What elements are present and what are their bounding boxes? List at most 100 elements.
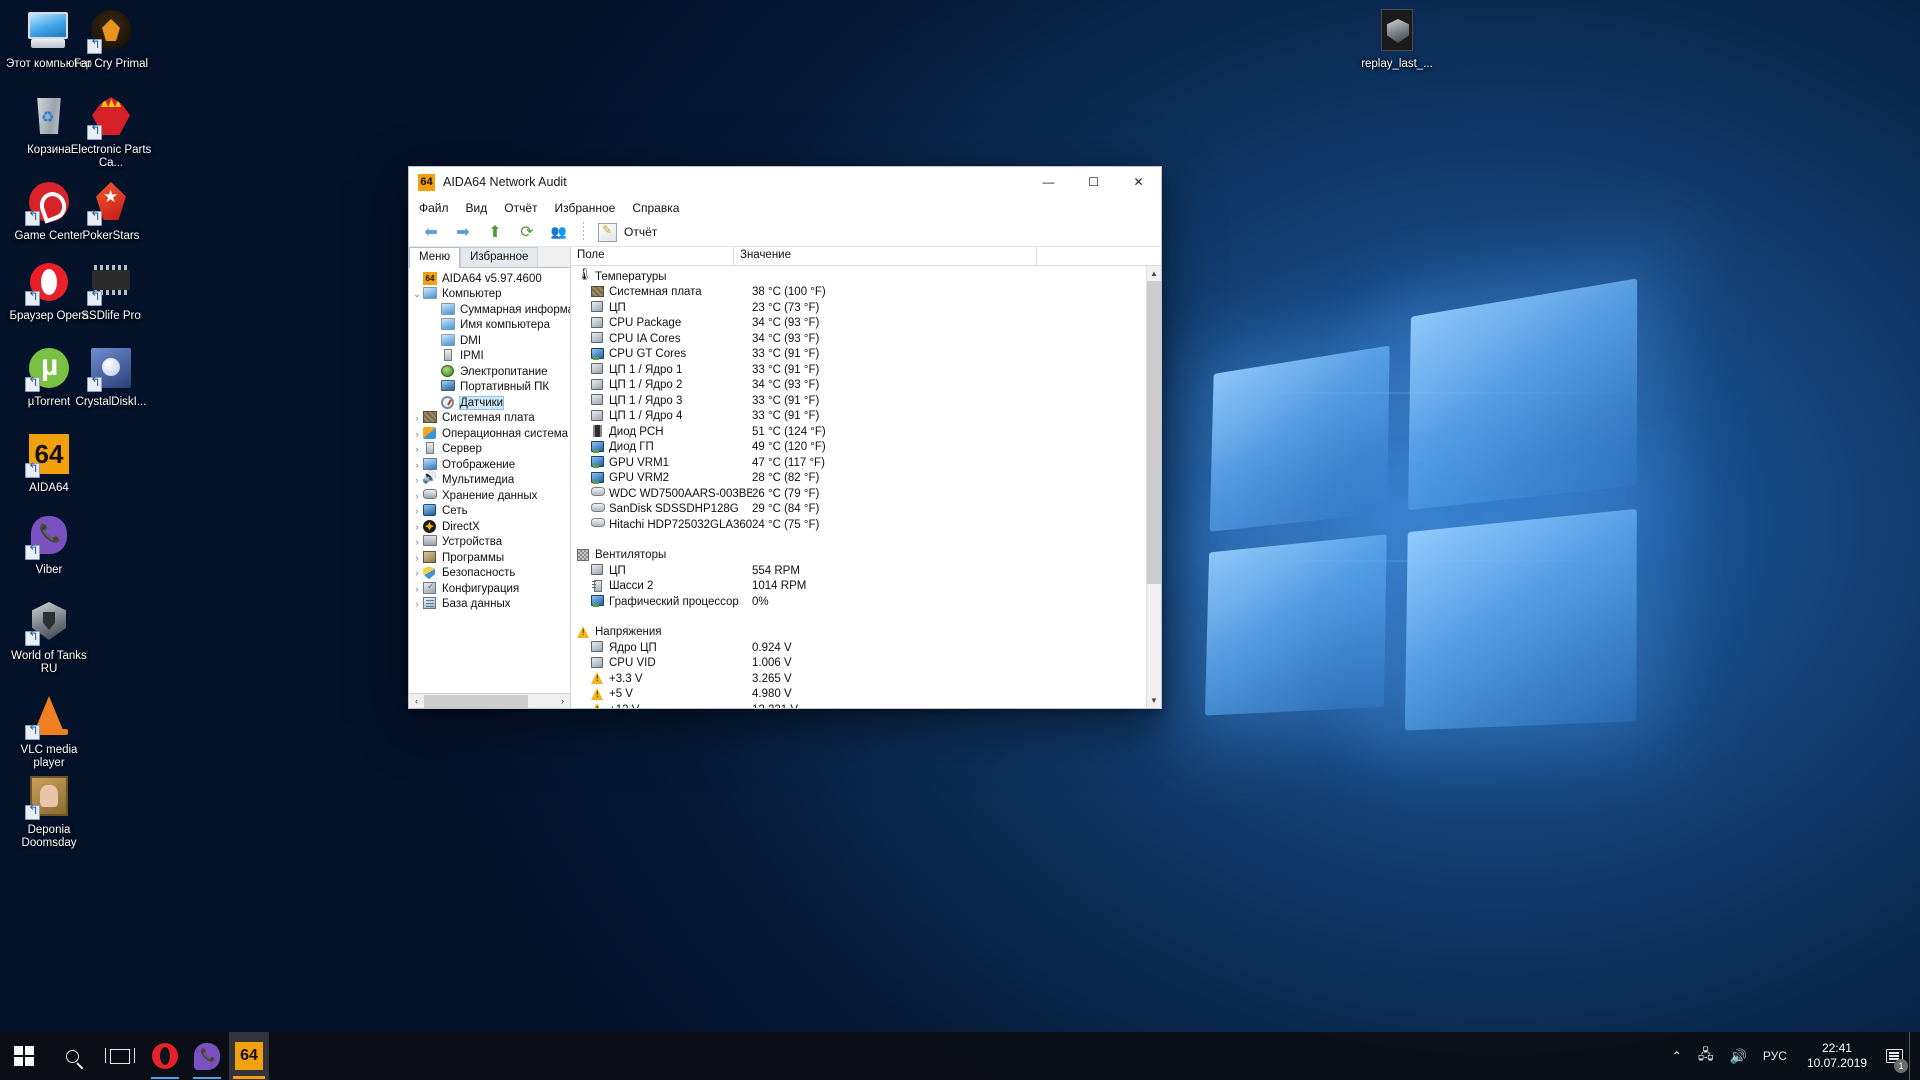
sensor-row[interactable]: +12 V12.221 V <box>571 702 1161 708</box>
sensor-row[interactable]: CPU Package 34 °C (93 °F) <box>571 316 1161 332</box>
forward-icon[interactable]: ➡ <box>450 220 476 244</box>
taskbar-viber[interactable] <box>187 1032 227 1080</box>
desktop-icon-crystaldiskinfo[interactable]: CrystalDiskI... <box>66 344 156 409</box>
desktop-icon-vlc-media-player[interactable]: VLC media player <box>4 692 94 770</box>
expand-chevron-icon[interactable]: › <box>411 553 423 563</box>
desktop-icon-ssdlife-pro[interactable]: SSDlife Pro <box>66 258 156 323</box>
tree-item-1[interactable]: ⌄ Компьютер <box>409 287 570 303</box>
tree-item-9[interactable]: › Системная плата <box>409 411 570 427</box>
up-icon[interactable]: ⬆ <box>482 220 508 244</box>
tree-item-14[interactable]: › Хранение данных <box>409 488 570 504</box>
tree-item-4[interactable]: DMI <box>409 333 570 349</box>
tree-item-13[interactable]: ›Мультимедиа <box>409 473 570 489</box>
desktop-icon-aida64[interactable]: 64 AIDA64 <box>4 430 94 495</box>
tree-item-3[interactable]: Имя компьютера <box>409 318 570 334</box>
tree-item-11[interactable]: › Сервер <box>409 442 570 458</box>
tree-item-10[interactable]: › Операционная система <box>409 426 570 442</box>
clock[interactable]: 22:41 10.07.2019 <box>1795 1041 1879 1071</box>
sensor-row[interactable]: Шасси 2 1014 RPM <box>571 579 1161 595</box>
sensor-row[interactable]: ЦП 1 / Ядро 4 33 °C (91 °F) <box>571 409 1161 425</box>
tree-item-16[interactable]: › DirectX <box>409 519 570 535</box>
expand-chevron-icon[interactable]: › <box>411 506 423 516</box>
sensor-row[interactable]: CPU VID 1.006 V <box>571 656 1161 672</box>
content-vertical-scrollbar[interactable]: ▲ ▼ <box>1146 266 1161 708</box>
collapse-chevron-icon[interactable]: ⌄ <box>411 289 423 300</box>
tree-item-5[interactable]: IPMI <box>409 349 570 365</box>
tab-favorites[interactable]: Избранное <box>460 247 538 267</box>
minimize-button[interactable]: — <box>1026 167 1071 197</box>
expand-chevron-icon[interactable]: › <box>411 413 423 423</box>
desktop-icon-wot-replay-file[interactable]: replay_last_... <box>1352 6 1442 71</box>
expand-chevron-icon[interactable]: › <box>411 584 423 594</box>
expand-chevron-icon[interactable]: › <box>411 460 423 470</box>
network-icon[interactable]: 🖧 <box>1690 1032 1722 1080</box>
menu-item-2[interactable]: Отчёт <box>504 201 537 215</box>
users-icon[interactable]: 👥 <box>546 220 572 244</box>
column-header-field[interactable]: Поле <box>571 247 734 265</box>
expand-chevron-icon[interactable]: › <box>411 491 423 501</box>
tree-item-21[interactable]: › База данных <box>409 597 570 613</box>
show-desktop-button[interactable] <box>1909 1032 1916 1080</box>
menu-item-4[interactable]: Справка <box>632 201 679 215</box>
desktop-icon-electronic-parts-catalog[interactable]: Electronic Parts Ca... <box>66 92 156 170</box>
sensor-row[interactable]: SanDisk SDSSDHP128G 29 °C (84 °F) <box>571 502 1161 518</box>
tree-horizontal-scrollbar[interactable]: ‹ › <box>409 693 570 708</box>
scroll-right-icon[interactable]: › <box>555 696 570 706</box>
start-button[interactable] <box>0 1032 48 1080</box>
window-titlebar[interactable]: 64 AIDA64 Network Audit — ☐ ✕ <box>409 167 1161 197</box>
sensor-row[interactable]: Hitachi HDP725032GLA360 24 °C (75 °F) <box>571 517 1161 533</box>
sensor-row[interactable]: Диод ГП 49 °C (120 °F) <box>571 440 1161 456</box>
sensor-row[interactable]: +5 V4.980 V <box>571 687 1161 703</box>
sensor-row[interactable]: +3.3 V3.265 V <box>571 671 1161 687</box>
volume-icon[interactable]: 🔊 <box>1721 1032 1754 1080</box>
tray-chevron-up-icon[interactable]: ⌃ <box>1664 1032 1690 1080</box>
taskbar-opera[interactable] <box>145 1032 185 1080</box>
taskbar-aida64[interactable]: 64 <box>229 1032 269 1080</box>
expand-chevron-icon[interactable]: › <box>411 568 423 578</box>
sensor-row[interactable]: GPU VRM2 28 °C (82 °F) <box>571 471 1161 487</box>
maximize-button[interactable]: ☐ <box>1071 167 1116 197</box>
hscroll-thumb[interactable] <box>424 695 528 708</box>
tree-item-17[interactable]: › Устройства <box>409 535 570 551</box>
tree-item-7[interactable]: Портативный ПК <box>409 380 570 396</box>
notifications-button[interactable]: 1 <box>1879 1032 1909 1080</box>
menu-item-3[interactable]: Избранное <box>555 201 616 215</box>
sensor-row[interactable]: CPU GT Cores 33 °C (91 °F) <box>571 347 1161 363</box>
tab-menu[interactable]: Меню <box>409 247 460 268</box>
desktop-icon-deponia-doomsday[interactable]: Deponia Doomsday <box>4 772 94 850</box>
expand-chevron-icon[interactable]: › <box>411 599 423 609</box>
language-indicator[interactable]: РУС <box>1755 1032 1795 1080</box>
tree-item-2[interactable]: Суммарная информац <box>409 302 570 318</box>
hscroll-track[interactable] <box>424 695 555 708</box>
sensor-row[interactable]: Графический процессор 0% <box>571 594 1161 610</box>
sensor-row[interactable]: ЦП 1 / Ядро 3 33 °C (91 °F) <box>571 393 1161 409</box>
sensor-row[interactable]: Системная плата 38 °C (100 °F) <box>571 285 1161 301</box>
sensor-row[interactable]: CPU IA Cores 34 °C (93 °F) <box>571 331 1161 347</box>
desktop-icon-world-of-tanks[interactable]: World of Tanks RU <box>4 598 94 676</box>
search-button[interactable] <box>48 1032 96 1080</box>
expand-chevron-icon[interactable]: › <box>411 444 423 454</box>
sensor-row[interactable]: ЦП 1 / Ядро 1 33 °C (91 °F) <box>571 362 1161 378</box>
tree-item-6[interactable]: Электропитание <box>409 364 570 380</box>
scroll-left-icon[interactable]: ‹ <box>409 696 424 706</box>
desktop-icon-pokerstars[interactable]: PokerStars <box>66 178 156 243</box>
tree-item-18[interactable]: › Программы <box>409 550 570 566</box>
menu-item-0[interactable]: Файл <box>419 201 449 215</box>
tree-item-0[interactable]: 64 AIDA64 v5.97.4600 <box>409 271 570 287</box>
tree-item-15[interactable]: › Сеть <box>409 504 570 520</box>
refresh-icon[interactable]: ⟳ <box>514 220 540 244</box>
sensor-row[interactable]: Ядро ЦП 0.924 V <box>571 640 1161 656</box>
sensor-row[interactable]: WDC WD7500AARS-003BB1 26 °C (79 °F) <box>571 486 1161 502</box>
vscroll-thumb[interactable] <box>1147 281 1161 584</box>
expand-chevron-icon[interactable]: › <box>411 537 423 547</box>
task-view-button[interactable] <box>96 1032 144 1080</box>
sensor-row[interactable]: ЦП 23 °C (73 °F) <box>571 300 1161 316</box>
sensor-row[interactable]: ЦП 554 RPM <box>571 563 1161 579</box>
sensor-row[interactable]: GPU VRM1 47 °C (117 °F) <box>571 455 1161 471</box>
back-icon[interactable]: ⬅ <box>418 220 444 244</box>
sensor-row[interactable]: Диод PCH 51 °C (124 °F) <box>571 424 1161 440</box>
desktop-icon-viber[interactable]: Viber <box>4 512 94 577</box>
scroll-down-icon[interactable]: ▼ <box>1147 693 1161 708</box>
expand-chevron-icon[interactable]: › <box>411 429 423 439</box>
close-button[interactable]: ✕ <box>1116 167 1161 197</box>
